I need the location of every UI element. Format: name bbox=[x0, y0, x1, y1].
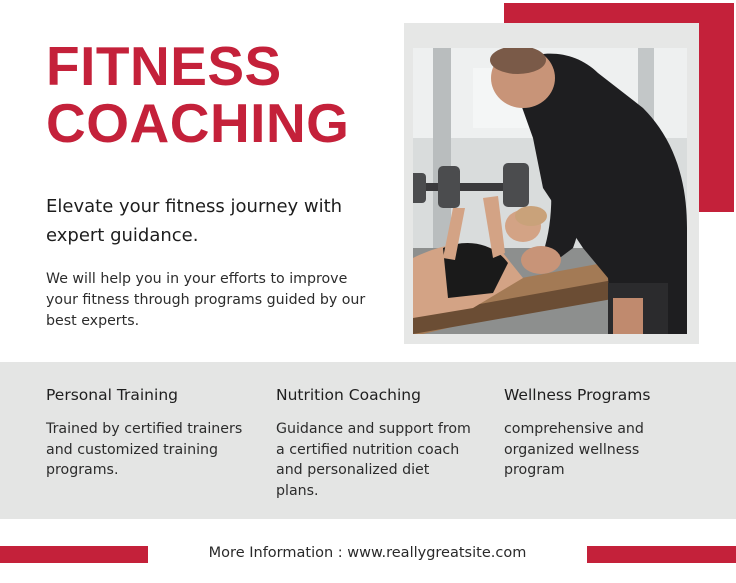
service-description: comprehensive and organized wellness pro… bbox=[504, 421, 644, 478]
headline: FITNESS COACHING bbox=[46, 38, 406, 152]
service-personal-training: Personal Training Trained by certified t… bbox=[46, 385, 246, 481]
footer-accent-bar-left bbox=[0, 546, 148, 563]
service-title: Personal Training bbox=[46, 386, 178, 404]
service-wellness-programs: Wellness Programs comprehensive and orga… bbox=[504, 385, 694, 481]
service-nutrition-coaching: Nutrition Coaching Guidance and support … bbox=[276, 385, 476, 501]
footer-accent-bar-right bbox=[587, 546, 736, 563]
tagline: Elevate your fitness journey with expert… bbox=[46, 196, 343, 246]
gym-photo-illustration bbox=[413, 48, 687, 334]
intro-paragraph: We will help you in your efforts to impr… bbox=[46, 271, 366, 329]
service-title: Wellness Programs bbox=[504, 386, 651, 404]
headline-line-2: COACHING bbox=[46, 92, 350, 154]
footer-more-info[interactable]: More Information : www.reallygreatsite.c… bbox=[160, 545, 575, 561]
service-title: Nutrition Coaching bbox=[276, 386, 421, 404]
service-description: Guidance and support from a certified nu… bbox=[276, 421, 471, 499]
services-band: Personal Training Trained by certified t… bbox=[0, 362, 736, 519]
headline-line-1: FITNESS bbox=[46, 35, 282, 97]
coach-training-photo bbox=[413, 48, 687, 334]
service-description: Trained by certified trainers and custom… bbox=[46, 421, 243, 478]
